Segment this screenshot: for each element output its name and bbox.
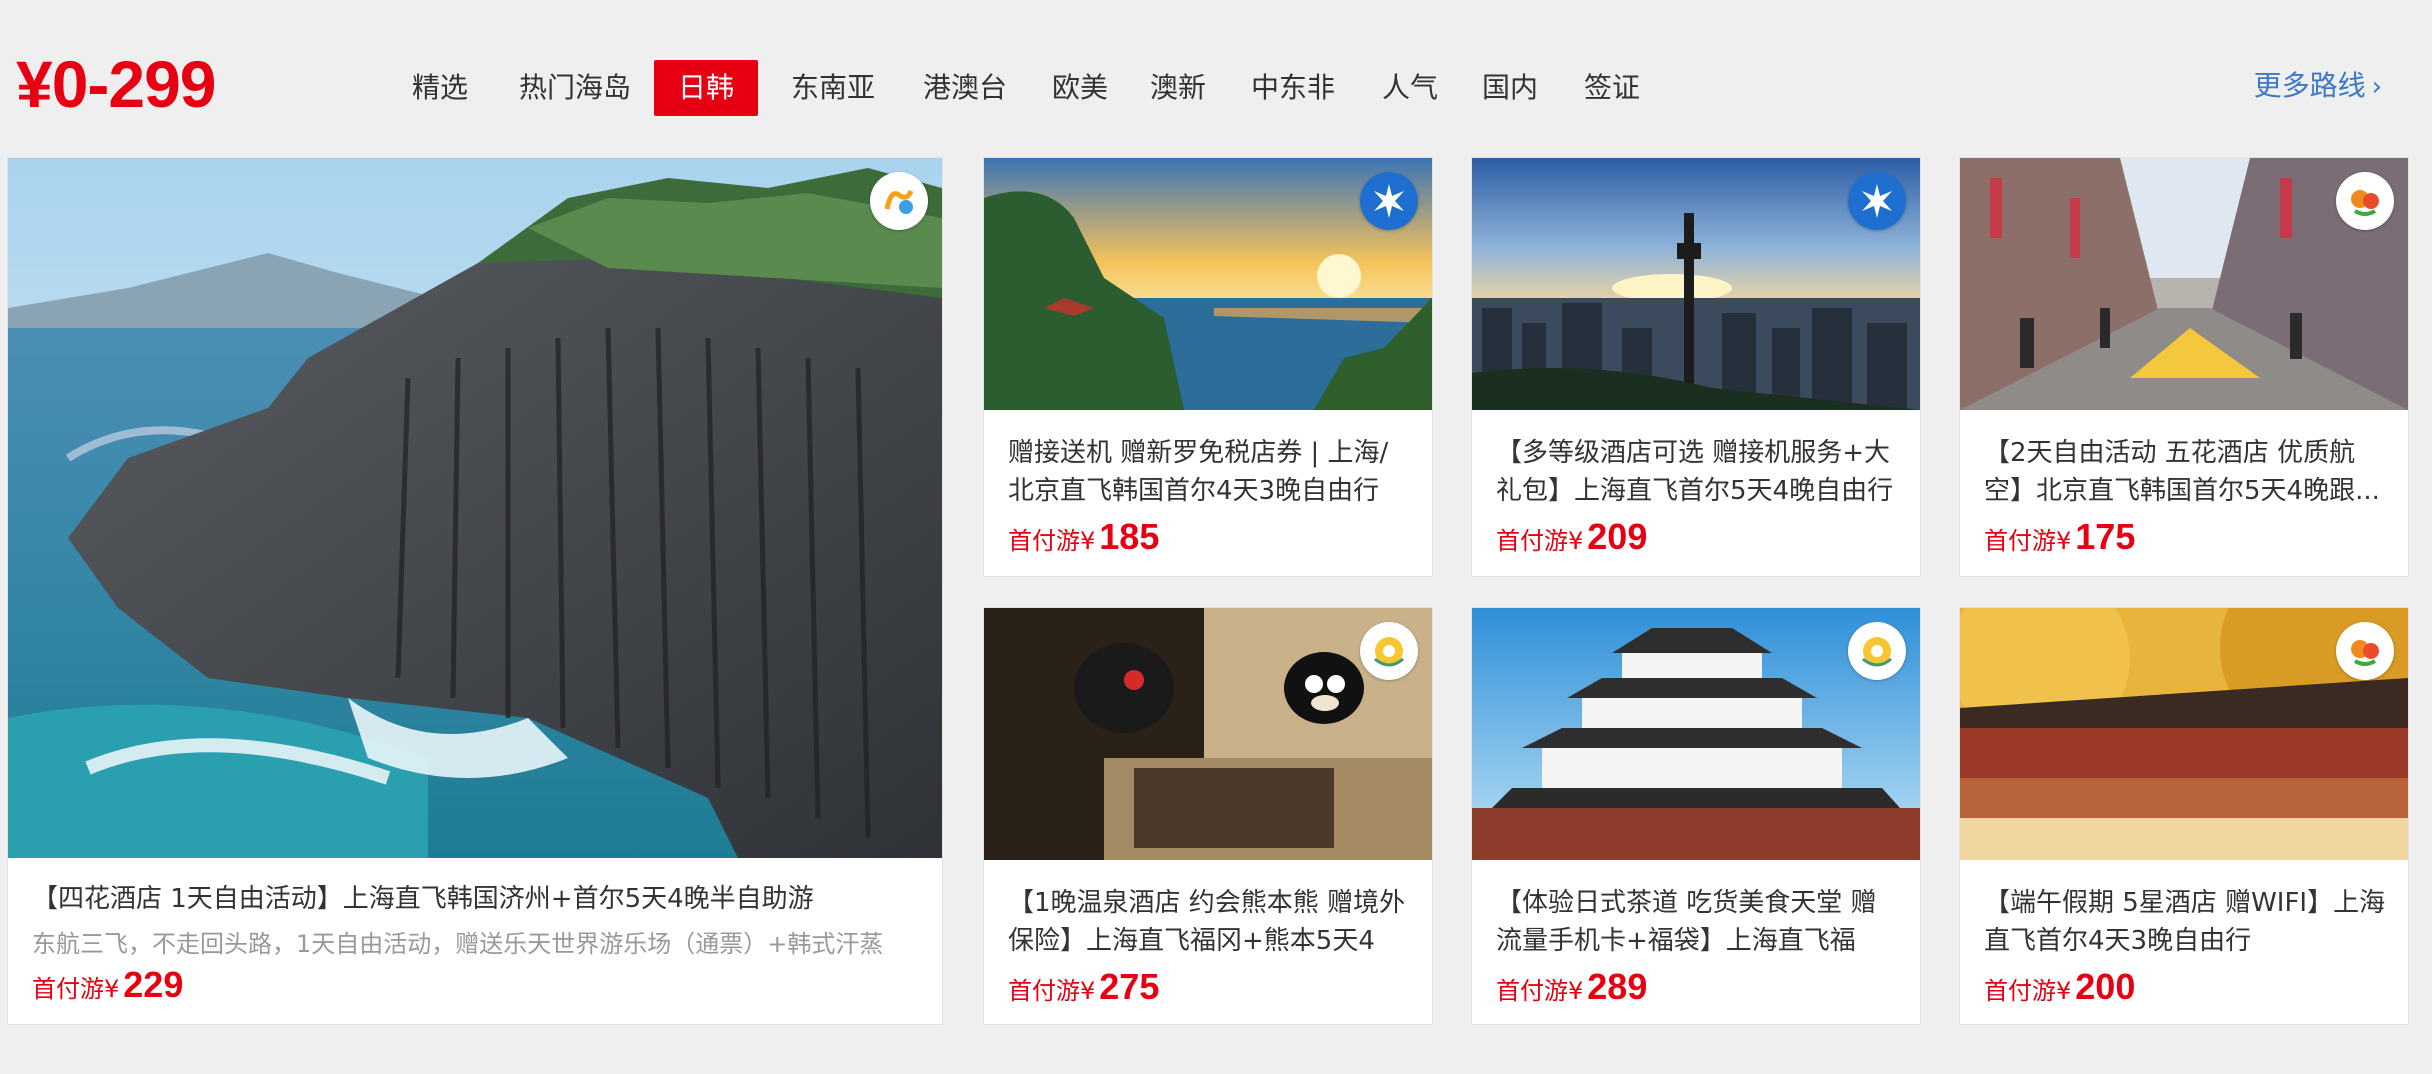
tab-japan-korea[interactable]: 日韩 bbox=[654, 60, 758, 116]
price-label: 首付游¥ bbox=[1496, 527, 1584, 555]
tour-card[interactable]: 【体验日式茶道 吃货美食天堂 赠流量手机卡+福袋】上海直飞福冈... 首付游¥2… bbox=[1472, 608, 1920, 1024]
price-value: 275 bbox=[1099, 966, 1160, 1007]
tour-price: 首付游¥ 185 bbox=[1008, 516, 1159, 558]
tour-image-jeju-cliffs[interactable] bbox=[8, 158, 942, 858]
tour-subtitle: 东航三飞，不走回头路，1天自由活动，赠送乐天世界游乐场（通票）+韩式汗蒸 bbox=[32, 930, 884, 958]
tour-title[interactable]: 【1晚温泉酒店 约会熊本熊 赠境外保险】上海直飞福冈+熊本5天4晚... bbox=[1008, 884, 1412, 960]
tab-hot-islands[interactable]: 热门海岛 bbox=[512, 60, 638, 116]
chevron-right-icon: › bbox=[2371, 72, 2382, 102]
tab-australia-nz[interactable]: 澳新 bbox=[1138, 60, 1218, 116]
price-label: 首付游¥ bbox=[32, 975, 120, 1003]
star-burst-icon bbox=[1360, 172, 1418, 230]
tour-title[interactable]: 【体验日式茶道 吃货美食天堂 赠流量手机卡+福袋】上海直飞福冈... bbox=[1496, 884, 1900, 960]
tour-title[interactable]: 【多等级酒店可选 赠接机服务+大礼包】上海直飞首尔5天4晚自由行 bbox=[1496, 434, 1900, 510]
more-routes-label: 更多路线 bbox=[2253, 69, 2366, 102]
price-label: 首付游¥ bbox=[1984, 527, 2072, 555]
price-value: 185 bbox=[1099, 516, 1160, 557]
tour-price: 首付游¥ 289 bbox=[1496, 966, 1647, 1008]
tour-price: 首付游¥ 209 bbox=[1496, 516, 1647, 558]
star-burst-icon bbox=[1848, 172, 1906, 230]
price-label: 首付游¥ bbox=[1984, 977, 2072, 1005]
tour-price: 首付游¥ 200 bbox=[1984, 966, 2135, 1008]
price-value: 175 bbox=[2075, 516, 2136, 557]
tour-price: 首付游¥ 229 bbox=[32, 964, 183, 1006]
price-label: 首付游¥ bbox=[1008, 527, 1096, 555]
tab-visa[interactable]: 签证 bbox=[1572, 60, 1652, 116]
tour-card[interactable]: 【多等级酒店可选 赠接机服务+大礼包】上海直飞首尔5天4晚自由行 首付游¥ 209 bbox=[1472, 158, 1920, 576]
price-range-title: ¥0-299 bbox=[16, 47, 217, 121]
tour-card[interactable]: 【2天自由活动 五花酒店 优质航空】北京直飞韩国首尔5天4晚跟... 首付游¥ 1… bbox=[1960, 158, 2408, 576]
tour-price: 首付游¥ 275 bbox=[1008, 966, 1159, 1008]
tour-title[interactable]: 赠接送机 赠新罗免税店券 | 上海/北京直飞韩国首尔4天3晚自由行 bbox=[1008, 434, 1412, 510]
tour-title[interactable]: 【端午假期 5星酒店 赠WIFI】上海直飞首尔4天3晚自由行 bbox=[1984, 884, 2388, 960]
sun-logo-icon bbox=[1360, 622, 1418, 680]
price-value: 209 bbox=[1587, 516, 1648, 557]
partner-logo-icon bbox=[870, 172, 928, 230]
sun-logo-icon bbox=[1848, 622, 1906, 680]
tour-title[interactable]: 【四花酒店 1天自由活动】上海直飞韩国济州+首尔5天4晚半自助游 bbox=[32, 880, 922, 918]
price-label: 首付游¥ bbox=[1496, 977, 1584, 1005]
more-routes-link[interactable]: 更多路线 › bbox=[2254, 64, 2382, 104]
fish-logo-icon bbox=[2336, 172, 2394, 230]
tour-card[interactable]: 【1晚温泉酒店 约会熊本熊 赠境外保险】上海直飞福冈+熊本5天4晚... 首付游… bbox=[984, 608, 1432, 1024]
tour-title[interactable]: 【2天自由活动 五花酒店 优质航空】北京直飞韩国首尔5天4晚跟... bbox=[1984, 434, 2388, 510]
tab-southeast-asia[interactable]: 东南亚 bbox=[778, 60, 888, 116]
tab-hk-macau-taiwan[interactable]: 港澳台 bbox=[910, 60, 1020, 116]
tour-price: 首付游¥ 175 bbox=[1984, 516, 2135, 558]
tab-middle-east-africa[interactable]: 中东非 bbox=[1238, 60, 1348, 116]
tour-card[interactable]: 【端午假期 5星酒店 赠WIFI】上海直飞首尔4天3晚自由行 首付游¥ 200 bbox=[1960, 608, 2408, 1024]
price-value: 289 bbox=[1587, 966, 1648, 1007]
tab-jingxuan[interactable]: 精选 bbox=[392, 60, 488, 116]
price-value: 229 bbox=[123, 964, 184, 1005]
tab-domestic[interactable]: 国内 bbox=[1470, 60, 1550, 116]
tab-europe-america[interactable]: 欧美 bbox=[1040, 60, 1120, 116]
price-value: 200 bbox=[2075, 966, 2136, 1007]
tab-popular[interactable]: 人气 bbox=[1370, 60, 1450, 116]
tour-card-featured[interactable]: 【四花酒店 1天自由活动】上海直飞韩国济州+首尔5天4晚半自助游 东航三飞，不走… bbox=[8, 158, 942, 1024]
header: ¥0-299 精选 热门海岛 日韩 东南亚 港澳台 欧美 澳新 中东非 人气 国… bbox=[0, 0, 2432, 150]
tour-card[interactable]: 赠接送机 赠新罗免税店券 | 上海/北京直飞韩国首尔4天3晚自由行 首付游¥ 18… bbox=[984, 158, 1432, 576]
fish-logo-icon bbox=[2336, 622, 2394, 680]
price-label: 首付游¥ bbox=[1008, 977, 1096, 1005]
